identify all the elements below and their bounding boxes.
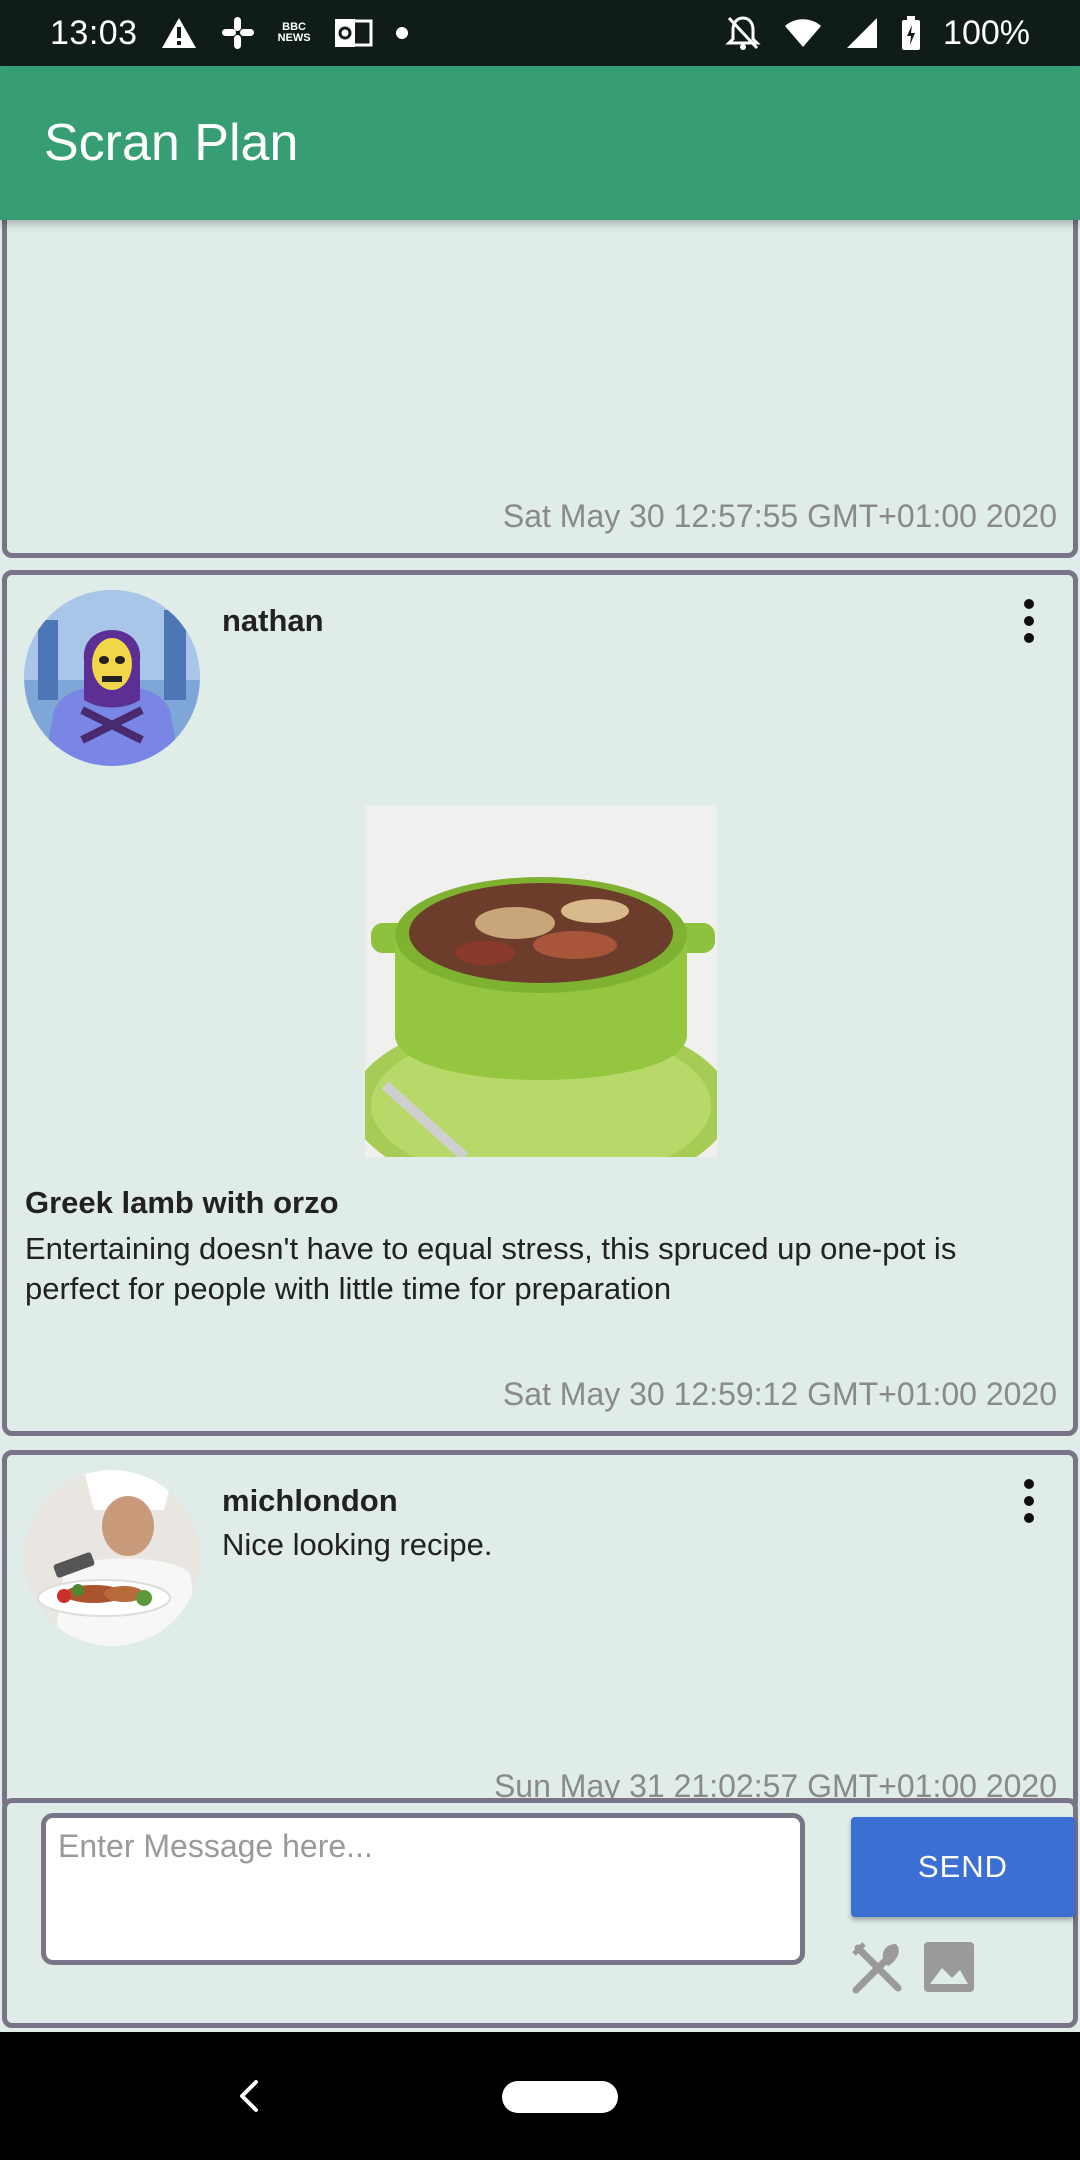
message-card[interactable]: michlondon Nice looking recipe. Sun May …: [2, 1450, 1078, 1812]
battery-icon: [901, 15, 921, 51]
message-card[interactable]: Sat May 30 12:57:55 GMT+01:00 2020: [2, 200, 1078, 558]
status-time: 13:03: [50, 13, 138, 52]
image-icon: [924, 1942, 974, 1992]
status-right: 100%: [725, 14, 1030, 53]
avatar[interactable]: [24, 1470, 200, 1646]
app-title: Scran Plan: [44, 114, 299, 172]
battery-percent: 100%: [943, 13, 1030, 52]
attach-recipe-button[interactable]: [847, 1937, 907, 1997]
more-vert-icon: [1024, 1479, 1034, 1489]
message-text: Nice looking recipe.: [222, 1527, 493, 1562]
message-composer: SEND: [2, 1798, 1078, 2028]
status-bar: 13:03 BBC NEWS 100%: [0, 0, 1080, 66]
message-timestamp: Sat May 30 12:59:12 GMT+01:00 2020: [502, 1376, 1057, 1412]
slack-icon: [220, 15, 256, 51]
alert-icon: [160, 16, 198, 50]
chef-avatar: [24, 1470, 200, 1646]
recipe-title: Greek lamb with orzo: [25, 1185, 339, 1220]
send-button[interactable]: SEND: [851, 1817, 1075, 1917]
message-input[interactable]: [41, 1813, 805, 1965]
recipe-photo: [365, 805, 717, 1157]
message-card[interactable]: nathan Greek lamb with orzo Entertaining…: [2, 570, 1078, 1436]
more-vert-icon: [1024, 599, 1034, 609]
wifi-icon: [783, 17, 823, 49]
attach-image-button[interactable]: [919, 1937, 979, 1997]
avatar[interactable]: [24, 590, 200, 766]
recipe-description: Entertaining doesn't have to equal stres…: [25, 1231, 957, 1306]
dot-icon: [395, 26, 409, 40]
username: michlondon: [222, 1483, 398, 1518]
news-label-bottom: NEWS: [277, 32, 311, 44]
nav-bar: [0, 2032, 1080, 2160]
status-left: 13:03 BBC NEWS: [50, 14, 409, 53]
app-bar: Scran Plan: [0, 66, 1080, 220]
back-button[interactable]: [224, 2068, 274, 2124]
bbc-news-icon: BBC NEWS: [278, 22, 311, 44]
username: nathan: [222, 603, 324, 638]
more-options-button[interactable]: [1011, 595, 1047, 647]
message-timestamp: Sat May 30 12:57:55 GMT+01:00 2020: [502, 498, 1057, 534]
signal-icon: [845, 16, 879, 50]
skeletor-avatar: [24, 590, 200, 766]
home-pill[interactable]: [502, 2081, 618, 2113]
outlook-icon: [333, 17, 373, 49]
fork-knife-icon: [852, 1942, 902, 1994]
recipe-image[interactable]: [365, 805, 717, 1157]
do-not-disturb-icon: [725, 14, 761, 52]
back-icon: [240, 2080, 258, 2112]
more-options-button[interactable]: [1011, 1475, 1047, 1527]
